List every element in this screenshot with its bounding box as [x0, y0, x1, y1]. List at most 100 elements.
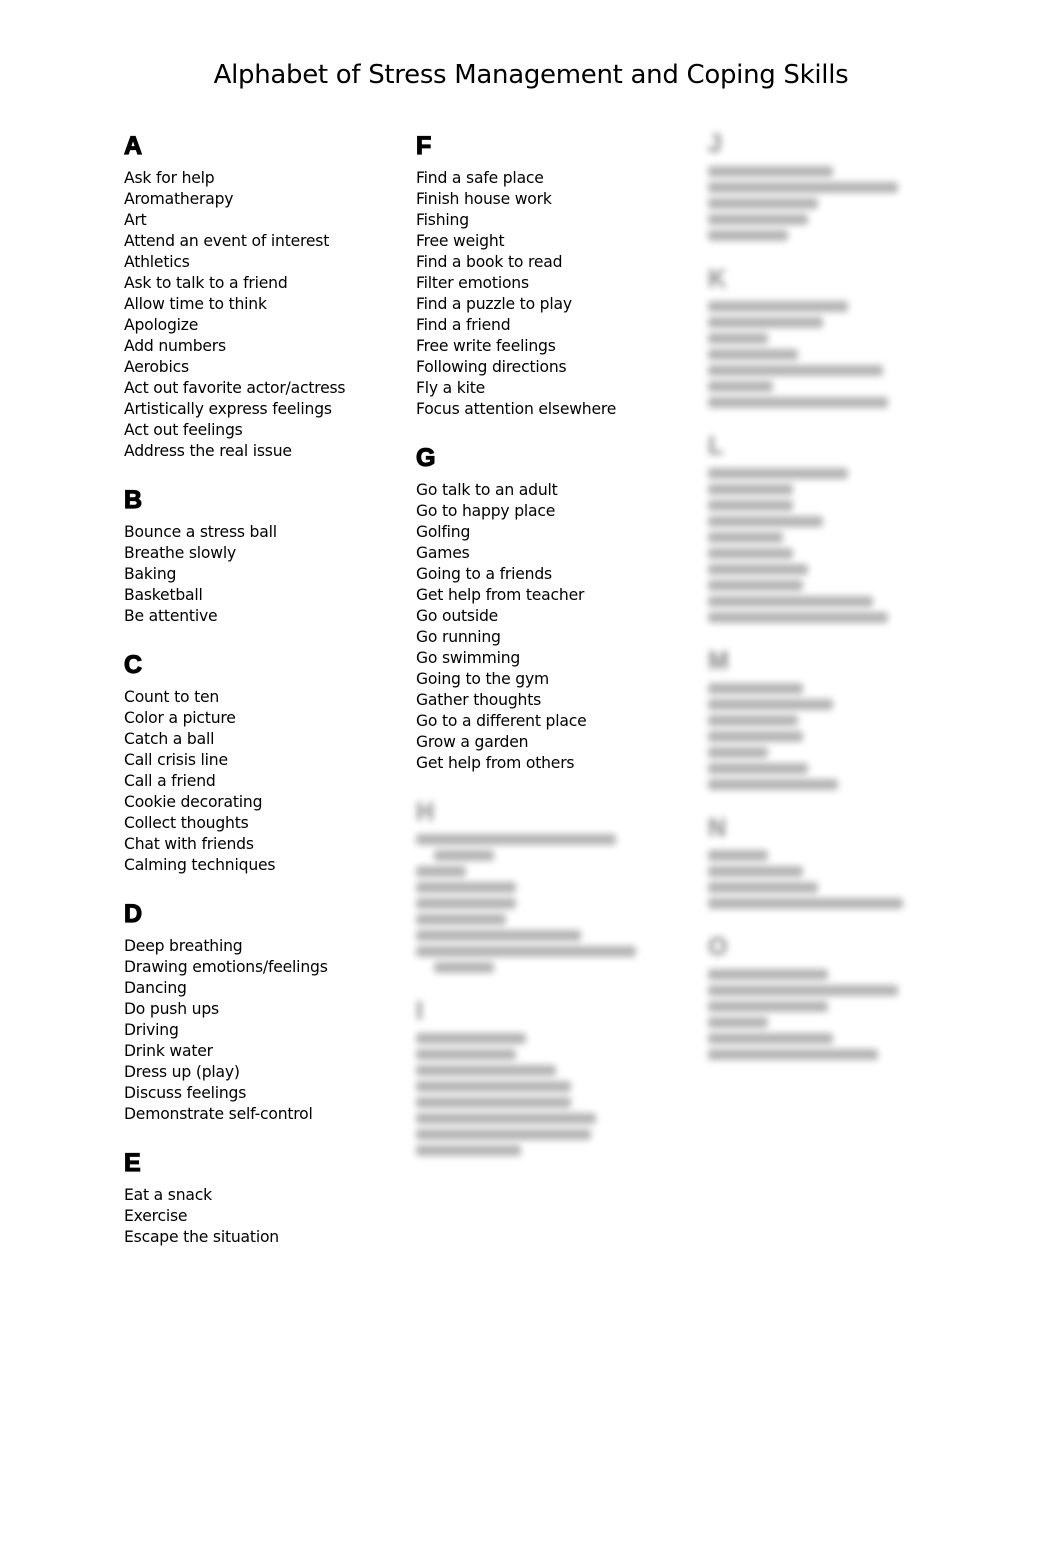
section-letter: K: [708, 265, 727, 294]
list-item: Fly a kite: [416, 379, 486, 397]
section-f: F Find a safe place Finish house work Fishi…: [415, 130, 706, 420]
blurred-line: [708, 596, 873, 607]
blurred-line: [708, 1001, 828, 1012]
blurred-section-o: O: [708, 931, 998, 1060]
list-item: Find a safe place: [416, 169, 544, 187]
document-page: Alphabet of Stress Management and Coping…: [0, 0, 1062, 1556]
list-item: Call crisis line: [124, 751, 228, 769]
blurred-line: [416, 1113, 596, 1124]
list-item: Be attentive: [124, 607, 218, 625]
list-item: Catch a ball: [124, 730, 215, 748]
list-item: Act out feelings: [124, 421, 243, 439]
blurred-line: [708, 564, 808, 575]
list-item: Find a puzzle to play: [416, 295, 572, 313]
list-item: Cookie decorating: [124, 793, 263, 811]
section-letter: H: [416, 798, 435, 827]
list-item: Attend an event of interest: [124, 232, 330, 250]
list-item: Calming techniques: [124, 856, 276, 874]
list-item: Deep breathing: [124, 937, 243, 955]
blurred-line: [708, 1033, 833, 1044]
list-item: Breathe slowly: [124, 544, 236, 562]
blurred-line: [708, 1017, 768, 1028]
section-c: C Count to ten Color a picture Catch a ball…: [123, 649, 414, 876]
blurred-line: [708, 516, 823, 527]
blurred-line: [416, 866, 466, 877]
list-item: Go swimming: [416, 649, 521, 667]
list-item: Allow time to think: [124, 295, 267, 313]
blurred-section-k: K: [708, 263, 998, 408]
blurred-section-h: H: [416, 796, 706, 973]
list-item: Aromatherapy: [124, 190, 234, 208]
blurred-line: [708, 683, 803, 694]
blurred-line: [416, 1081, 571, 1092]
list-item: Act out favorite actor/actress: [124, 379, 346, 397]
list-item: Athletics: [124, 253, 190, 271]
blurred-line: [708, 699, 833, 710]
list-item: Get help from others: [416, 754, 575, 772]
list-item: Go to happy place: [416, 502, 556, 520]
blurred-section-l: L: [708, 430, 998, 623]
list-item: Art: [124, 211, 147, 229]
list-item: Drink water: [124, 1042, 213, 1060]
list-item: Dress up (play): [124, 1063, 240, 1081]
blurred-line: [416, 946, 636, 957]
blurred-line: [708, 779, 838, 790]
column-1: A Ask for help Aromatherapy Art Attend an ev…: [123, 130, 414, 1270]
section-letter: I: [416, 997, 424, 1026]
section-letter: J: [708, 130, 723, 159]
blurred-line: [416, 882, 516, 893]
list-item: Go talk to an adult: [416, 481, 558, 499]
blurred-line: [708, 166, 833, 177]
blurred-line: [708, 397, 888, 408]
blurred-line: [708, 747, 768, 758]
blurred-line: [416, 898, 516, 909]
blurred-line: [708, 381, 773, 392]
list-item: Demonstrate self-control: [124, 1105, 313, 1123]
list-item: Address the real issue: [124, 442, 292, 460]
section-letter: O: [708, 933, 728, 962]
blurred-line: [708, 214, 808, 225]
blurred-line: [416, 1129, 591, 1140]
blurred-line: [708, 333, 768, 344]
blurred-line: [708, 548, 793, 559]
list-item: Fishing: [416, 211, 469, 229]
list-item: Ask for help: [124, 169, 215, 187]
section-letter: E: [123, 1148, 141, 1177]
section-letter: A: [123, 131, 143, 160]
blurred-line: [416, 914, 506, 925]
section-d: D Deep breathing Drawing emotions/feelings…: [123, 898, 414, 1125]
blurred-line: [708, 1049, 878, 1060]
section-g: G Go talk to an adult Go to happy place Gol…: [415, 442, 706, 774]
list-item: Driving: [124, 1021, 179, 1039]
blurred-line: [708, 301, 848, 312]
column-3: J K L M N O: [708, 128, 998, 1082]
list-item: Find a book to read: [416, 253, 563, 271]
blurred-line: [708, 715, 798, 726]
section-letter: M: [708, 647, 730, 676]
list-item: Free write feelings: [416, 337, 556, 355]
list-item: Finish house work: [416, 190, 552, 208]
list-item: Call a friend: [124, 772, 216, 790]
list-item: Collect thoughts: [124, 814, 249, 832]
blurred-section-m: M: [708, 645, 998, 790]
blurred-line: [708, 969, 828, 980]
blurred-line: [416, 834, 616, 845]
blurred-line: [416, 1033, 526, 1044]
section-letter: B: [123, 485, 143, 514]
list-item: Exercise: [124, 1207, 188, 1225]
section-letter: C: [123, 650, 143, 679]
page-title: Alphabet of Stress Management and Coping…: [213, 60, 849, 90]
list-item: Dancing: [124, 979, 187, 997]
blurred-line: [708, 317, 823, 328]
list-item: Baking: [124, 565, 177, 583]
blurred-line: [708, 882, 818, 893]
list-item: Going to a friends: [416, 565, 552, 583]
list-item: Bounce a stress ball: [124, 523, 277, 541]
section-letter: F: [415, 131, 432, 160]
list-item: Going to the gym: [416, 670, 549, 688]
blurred-section-j: J: [708, 128, 998, 241]
list-item: Go outside: [416, 607, 499, 625]
list-item: Eat a snack: [124, 1186, 212, 1204]
blurred-line: [708, 850, 768, 861]
section-letter: N: [708, 814, 727, 843]
